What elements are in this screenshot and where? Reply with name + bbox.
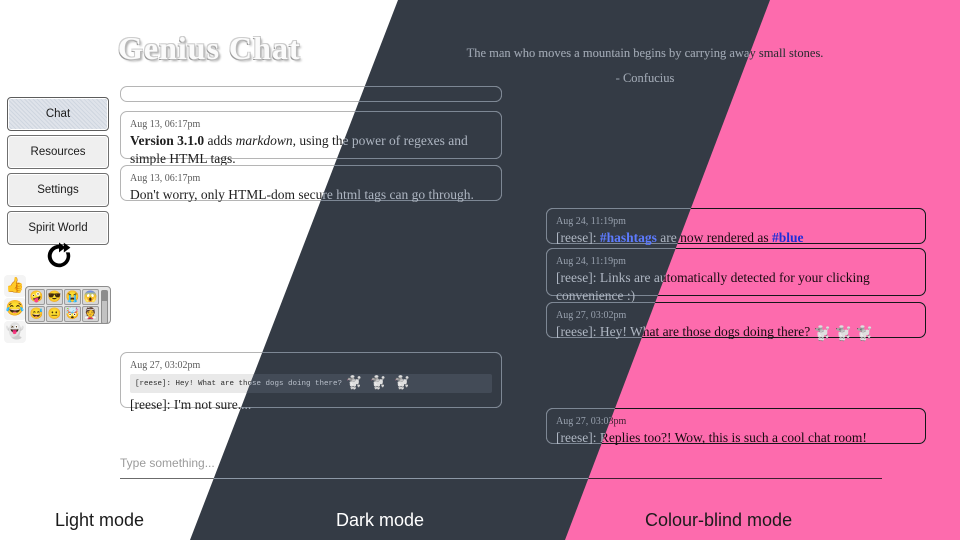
emoji-cell[interactable]: 😱: [82, 289, 99, 305]
emoji-picker-scrollbar[interactable]: [101, 290, 108, 324]
caption-light-mode: Light mode: [55, 510, 145, 530]
emoji-cell[interactable]: 🤯: [64, 306, 81, 322]
reaction-joy-icon[interactable]: 😂: [4, 298, 26, 320]
emoji-cell[interactable]: 😭: [64, 289, 81, 305]
emoji-cell[interactable]: 😐: [46, 306, 63, 322]
sidebar: Chat Resources Settings Spirit World: [7, 97, 109, 249]
emoji-cell[interactable]: 😅: [28, 306, 45, 322]
hashtag-token[interactable]: #blue: [772, 230, 804, 245]
reaction-ghost-icon[interactable]: 👻: [4, 321, 26, 343]
dog-emoji: 🐩 🐩 🐩: [346, 376, 411, 391]
dog-emoji: 🐩 🐩 🐩: [813, 327, 873, 342]
refresh-icon[interactable]: [41, 238, 77, 274]
sidebar-item-resources[interactable]: Resources: [7, 135, 109, 169]
sidebar-item-chat[interactable]: Chat: [7, 97, 109, 131]
caption-colour-blind-mode: Colour-blind mode: [645, 510, 793, 530]
emoji-cell[interactable]: 😎: [46, 289, 63, 305]
caption-dark-mode: Dark mode: [336, 510, 425, 530]
emoji-cell[interactable]: 👰: [82, 306, 99, 322]
reaction-thumbs-up-icon[interactable]: 👍: [4, 275, 26, 297]
emoji-picker[interactable]: 🤪 😎 😭 😱 😅 😐 🤯 👰: [25, 286, 111, 324]
theme-comparison-stage: Genius Chat The man who moves a mountain…: [0, 0, 960, 540]
message-body: [reese]: Replies too?! Wow, this is such…: [556, 430, 867, 445]
hashtag-token[interactable]: #hashtags: [600, 230, 657, 245]
emoji-cell[interactable]: 🤪: [28, 289, 45, 305]
page-title: Genius Chat: [118, 30, 301, 66]
emoji-grid: 🤪 😎 😭 😱 😅 😐 🤯 👰: [28, 289, 100, 322]
sidebar-item-settings[interactable]: Settings: [7, 173, 109, 207]
